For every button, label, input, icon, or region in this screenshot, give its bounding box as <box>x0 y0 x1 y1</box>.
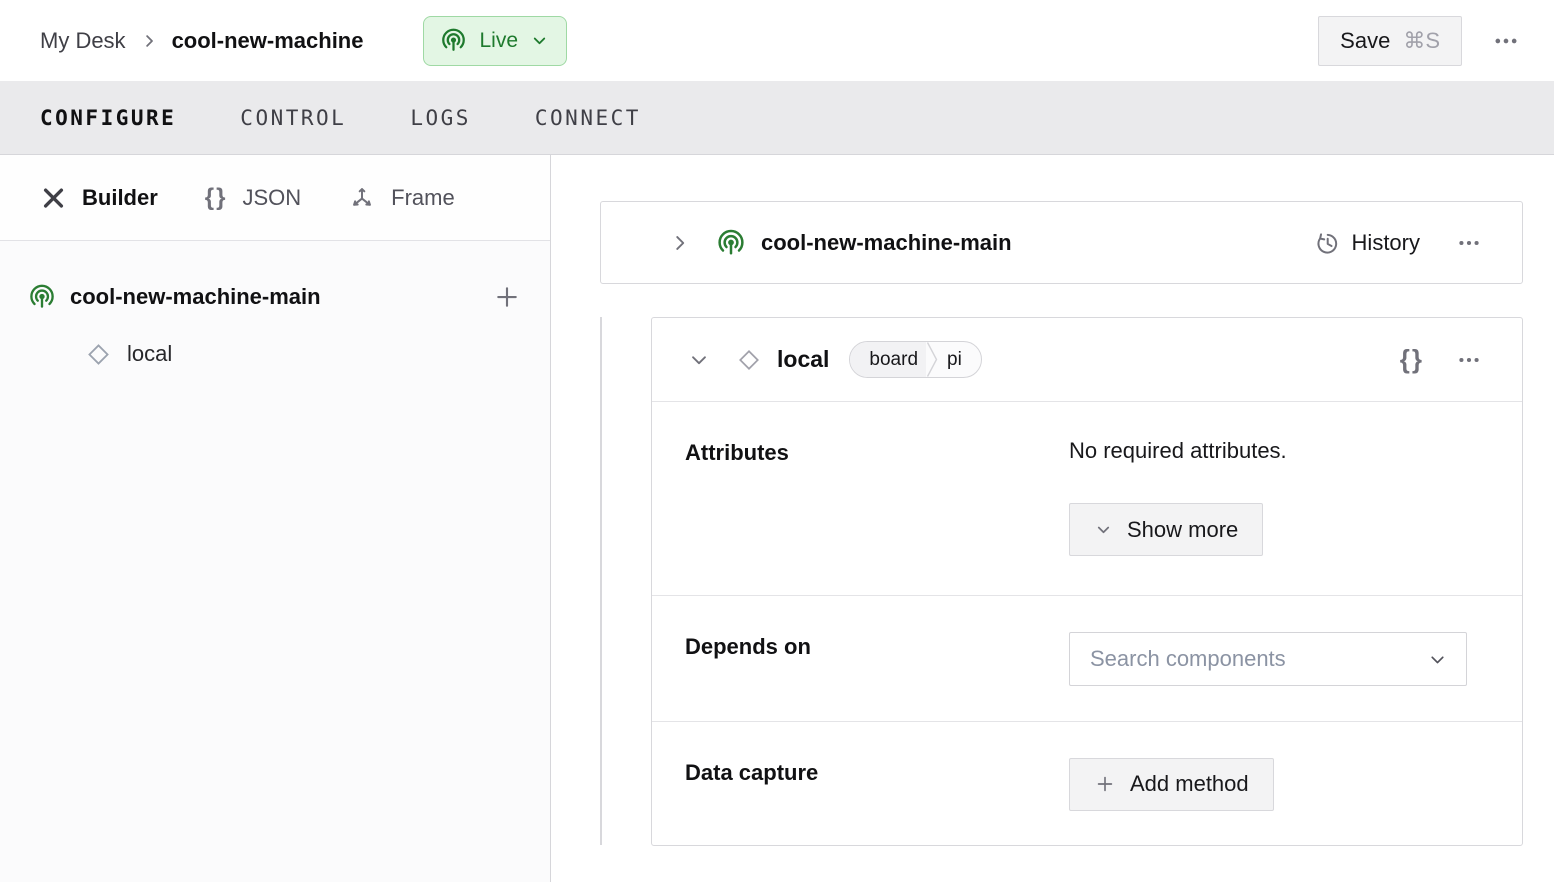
view-tab-frame[interactable]: Frame <box>348 184 455 212</box>
attributes-section: Attributes No required attributes. Show … <box>652 402 1522 596</box>
data-capture-section: Data capture Add method <box>652 722 1522 845</box>
machine-name-title: cool-new-machine <box>172 28 364 54</box>
more-menu-button[interactable] <box>1488 23 1524 59</box>
tree-machine-name: cool-new-machine-main <box>70 284 474 310</box>
config-sidebar: Builder {} JSON Frame <box>0 155 551 882</box>
plus-icon <box>492 282 522 312</box>
plus-icon <box>1094 773 1116 795</box>
main-tab-bar: CONFIGURE CONTROL LOGS CONNECT <box>0 81 1554 155</box>
config-main-panel: cool-new-machine-main History <box>551 155 1554 882</box>
view-tab-label: Builder <box>82 185 158 211</box>
attributes-empty-text: No required attributes. <box>1069 438 1484 464</box>
depends-on-placeholder: Search components <box>1090 646 1286 672</box>
component-title: local <box>777 346 829 373</box>
app-window: My Desk cool-new-machine Live <box>0 0 1554 882</box>
show-more-button[interactable]: Show more <box>1069 503 1263 556</box>
tree-item-machine-main[interactable]: cool-new-machine-main <box>28 281 526 313</box>
chevron-right-icon <box>140 32 158 50</box>
broadcast-icon <box>440 27 467 54</box>
add-method-button[interactable]: Add method <box>1069 758 1274 811</box>
tab-connect[interactable]: CONNECT <box>535 81 641 154</box>
depends-on-select[interactable]: Search components <box>1069 632 1467 686</box>
tab-logs[interactable]: LOGS <box>410 81 471 154</box>
show-more-label: Show more <box>1127 517 1238 543</box>
machine-part-title: cool-new-machine-main <box>761 230 1012 256</box>
machine-part-tree: cool-new-machine-main local <box>0 241 550 369</box>
view-tab-json[interactable]: {} JSON <box>205 184 301 212</box>
depends-on-section: Depends on Search components <box>652 596 1522 721</box>
braces-icon: {} <box>205 184 228 212</box>
depends-on-content: Search components <box>1069 632 1484 720</box>
topbar-actions: Save ⌘S <box>1318 16 1524 66</box>
save-button[interactable]: Save ⌘S <box>1318 16 1462 66</box>
expand-machine-card-button[interactable] <box>665 228 695 258</box>
component-card-local: local board pi {} <box>651 317 1523 846</box>
add-method-label: Add method <box>1130 771 1249 797</box>
breadcrumb: My Desk cool-new-machine Live <box>40 16 567 66</box>
attributes-content: No required attributes. Show more <box>1069 438 1484 595</box>
tree-component-name: local <box>127 341 172 367</box>
braces-icon: {} <box>1400 344 1424 375</box>
history-icon <box>1313 229 1341 257</box>
broadcast-icon <box>716 228 746 258</box>
nested-components-group: local board pi {} <box>600 317 1554 846</box>
machine-card-menu-button[interactable] <box>1452 226 1486 260</box>
sidebar-view-switcher: Builder {} JSON Frame <box>0 155 550 241</box>
component-card-header: local board pi {} <box>652 318 1522 402</box>
tools-icon <box>40 184 67 211</box>
tab-configure[interactable]: CONFIGURE <box>40 81 176 154</box>
ellipsis-icon <box>1456 347 1482 373</box>
diamond-icon <box>736 347 762 373</box>
tree-item-local[interactable]: local <box>85 339 526 369</box>
chevron-down-icon <box>530 31 549 50</box>
ellipsis-icon <box>1456 230 1482 256</box>
component-header-actions: {} <box>1396 340 1486 379</box>
content-area: Builder {} JSON Frame <box>0 155 1554 882</box>
tab-control[interactable]: CONTROL <box>240 81 346 154</box>
chevron-down-icon <box>688 349 710 371</box>
component-type: board <box>850 342 926 377</box>
live-status-label: Live <box>479 29 518 53</box>
component-model: pi <box>938 342 981 377</box>
chevron-separator-icon <box>926 342 938 377</box>
nesting-indicator-line <box>600 317 602 845</box>
top-header: My Desk cool-new-machine Live <box>0 0 1554 81</box>
view-tab-label: JSON <box>242 185 301 211</box>
view-tab-label: Frame <box>391 185 455 211</box>
live-status-button[interactable]: Live <box>423 16 567 66</box>
component-menu-button[interactable] <box>1452 343 1486 377</box>
add-component-button[interactable] <box>488 278 526 316</box>
save-shortcut-hint: ⌘S <box>1403 28 1440 54</box>
history-button[interactable]: History <box>1313 229 1420 257</box>
breadcrumb-parent-link[interactable]: My Desk <box>40 28 126 54</box>
attributes-label: Attributes <box>685 438 1069 595</box>
data-capture-content: Add method <box>1069 758 1484 845</box>
chevron-down-icon <box>1094 520 1113 539</box>
chevron-down-icon <box>1427 649 1448 670</box>
chevron-right-icon <box>669 232 691 254</box>
collapse-component-button[interactable] <box>684 345 714 375</box>
save-button-label: Save <box>1340 28 1390 54</box>
depends-on-label: Depends on <box>685 632 1069 720</box>
broadcast-icon <box>28 283 56 311</box>
data-capture-label: Data capture <box>685 758 1069 845</box>
machine-part-card: cool-new-machine-main History <box>600 201 1523 284</box>
axes-icon <box>348 184 376 212</box>
view-tab-builder[interactable]: Builder <box>40 184 158 211</box>
ellipsis-icon <box>1492 27 1520 55</box>
history-button-label: History <box>1352 230 1420 256</box>
component-type-badge: board pi <box>849 341 981 378</box>
view-json-button[interactable]: {} <box>1396 340 1428 379</box>
diamond-icon <box>85 341 112 368</box>
